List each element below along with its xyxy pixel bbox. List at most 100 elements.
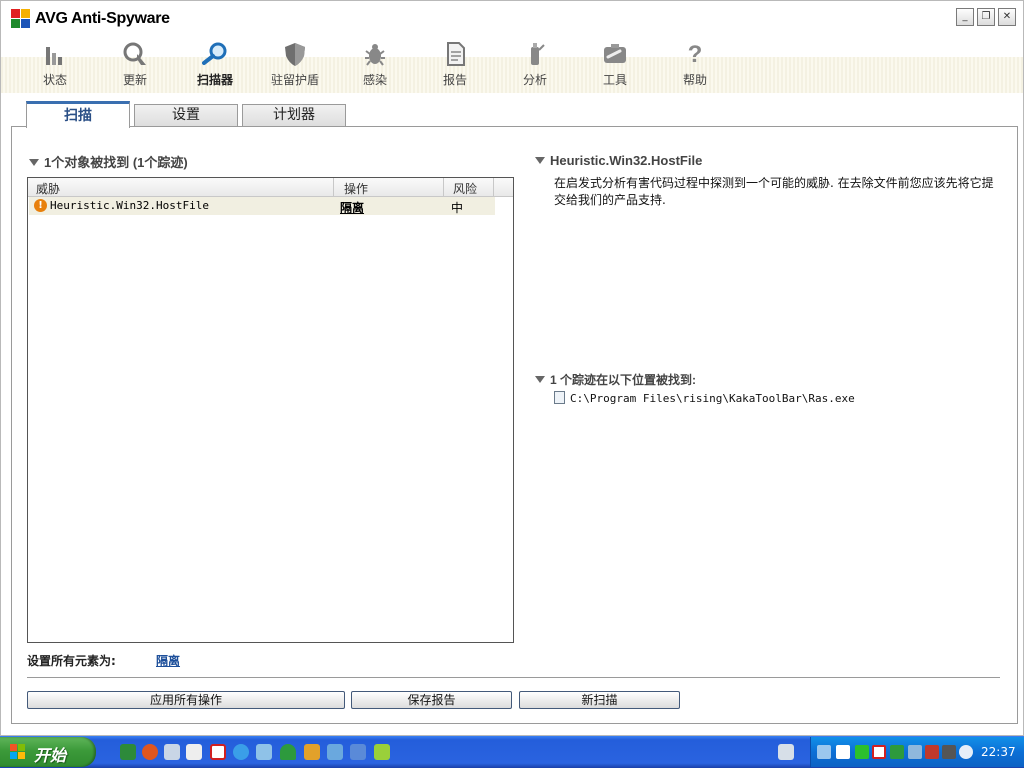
tray-window-icon[interactable] [908,745,922,759]
found-title: 1个对象被找到 (1个踪迹) [44,155,188,170]
apply-all-button[interactable]: 应用所有操作 [27,691,345,709]
new-scan-button[interactable]: 新扫描 [519,691,680,709]
warning-icon: ! [34,199,47,212]
shield-icon [285,43,305,66]
analysis-icon [531,43,545,65]
toolbar-label: 分析 [522,73,547,87]
quicklaunch-settings-icon[interactable] [327,744,343,760]
update-icon [123,42,146,65]
set-all-action-link[interactable]: 隔离 [156,652,180,669]
toolbar-label: 报告 [442,73,467,87]
windows-logo-icon [10,744,26,760]
tray-network-icon[interactable] [817,745,831,759]
toolbar-item-infection[interactable]: 感染 [340,37,410,93]
restore-button[interactable]: ❐ [977,8,995,26]
bar-chart-icon [46,47,62,65]
quicklaunch-browser-icon[interactable] [142,744,158,760]
toolbar-item-update[interactable]: 更新 [100,37,170,93]
scan-panel: 1个对象被找到 (1个踪迹) 威胁 操作 风险 ! Heuristic.Win3… [11,126,1018,724]
table-row[interactable]: ! Heuristic.Win32.HostFile 隔离 中 [29,197,495,215]
tray-green-icon[interactable] [855,745,869,759]
app-window: AVG Anti-Spyware _ ❐ ✕ 状态 更新 扫描器 驻留护盾 感染… [0,0,1024,736]
tab-settings[interactable]: 设置 [134,104,238,126]
trace-path: C:\Program Files\rising\KakaToolBar\Ras.… [570,392,855,405]
quicklaunch-umbrella-icon[interactable] [280,744,296,760]
svg-text:?: ? [688,41,703,67]
taskbar-clock[interactable]: 22:37 [981,745,1016,759]
column-divider[interactable] [443,178,444,196]
toolbar-label: 帮助 [682,73,707,87]
toolbar-item-report[interactable]: 报告 [420,37,490,93]
trace-item[interactable]: C:\Program Files\rising\KakaToolBar\Ras.… [554,391,855,405]
quicklaunch-shield-icon[interactable] [304,744,320,760]
column-divider[interactable] [493,178,494,196]
set-all-label: 设置所有元素为: [27,654,116,668]
quicklaunch-network-icon[interactable] [256,744,272,760]
toolbar-item-status[interactable]: 状态 [20,37,90,93]
tab-scan[interactable]: 扫描 [26,101,130,128]
quicklaunch-globe-icon[interactable] [120,744,136,760]
title-bar: AVG Anti-Spyware _ ❐ ✕ [1,1,1023,37]
toolbar-item-resident-shield[interactable]: 驻留护盾 [260,37,330,93]
traces-section-header[interactable]: 1 个踪迹在以下位置被找到: [535,371,696,388]
bug-icon [365,44,385,66]
quicklaunch-close-x-icon[interactable] [210,744,226,760]
tray-pointer-icon[interactable] [836,745,850,759]
toolbar-label: 工具 [602,73,627,87]
report-icon [447,42,465,66]
row-risk: 中 [451,201,464,215]
detail-threat-name: Heuristic.Win32.HostFile [550,153,703,168]
close-button[interactable]: ✕ [998,8,1016,26]
toolbar-item-analysis[interactable]: 分析 [500,37,570,93]
quicklaunch-lightning-icon[interactable] [374,744,390,760]
toolbar-label: 扫描器 [196,73,233,87]
column-threat[interactable]: 威胁 [36,180,60,197]
toolbar-item-scanner[interactable]: 扫描器 [180,37,250,93]
toolbar-label: 状态 [42,73,67,87]
avg-logo-icon [11,9,31,29]
toolbar-label: 更新 [122,73,147,87]
start-label: 开始 [34,746,67,765]
column-risk[interactable]: 风险 [453,180,477,197]
tray-umbrella-icon[interactable] [890,745,904,759]
help-icon: ? [688,41,703,67]
threat-detail-header[interactable]: Heuristic.Win32.HostFile [535,153,702,168]
tools-icon [604,44,626,63]
collapse-triangle-icon [535,376,545,383]
minimize-button[interactable]: _ [956,8,974,26]
quicklaunch-ie-icon[interactable] [233,744,249,760]
threat-name: Heuristic.Win32.HostFile [50,199,209,212]
found-section-header[interactable]: 1个对象被找到 (1个踪迹) [29,152,188,171]
tab-bar: 扫描 设置 计划器 [1,93,1023,128]
threat-list: 威胁 操作 风险 ! Heuristic.Win32.HostFile 隔离 中 [27,177,514,643]
save-report-button[interactable]: 保存报告 [351,691,512,709]
quicklaunch-printer-icon[interactable] [164,744,180,760]
app-title: AVG Anti-Spyware [35,10,170,27]
row-action[interactable]: 隔离 [340,199,364,216]
toolbar-label: 驻留护盾 [270,73,319,87]
threat-description: 在启发式分析有害代码过程中探测到一个可能的威胁. 在去除文件前您应该先将它提交给… [554,176,994,207]
column-divider[interactable] [333,178,334,196]
start-button[interactable]: 开始 [0,737,96,767]
collapse-triangle-icon [535,157,545,164]
toolbar-item-tools[interactable]: 工具 [580,37,650,93]
divider [27,677,1000,678]
main-toolbar: 状态 更新 扫描器 驻留护盾 感染 报告 分析 工具 ? 帮助 [1,37,1023,93]
quicklaunch-arrow-icon[interactable] [350,744,366,760]
system-tray: 22:37 [810,737,1024,767]
toolbar-label: 感染 [362,73,387,87]
tray-sound-icon[interactable] [942,745,956,759]
threat-list-header: 威胁 操作 风险 [28,178,513,197]
file-icon [554,391,565,404]
quicklaunch-window-icon[interactable] [186,744,202,760]
toolbar-item-help[interactable]: ? 帮助 [660,37,730,93]
tray-close-x-icon[interactable] [872,745,886,759]
column-action[interactable]: 操作 [344,180,368,197]
magnifier-icon [202,42,227,65]
traces-title: 1 个踪迹在以下位置被找到: [550,373,697,387]
keyboard-icon[interactable] [778,744,794,760]
tray-avg-icon[interactable] [925,745,939,759]
tab-scheduler[interactable]: 计划器 [242,104,346,126]
taskbar: 开始 22:37 [0,736,1024,768]
tray-clock-icon[interactable] [959,745,973,759]
